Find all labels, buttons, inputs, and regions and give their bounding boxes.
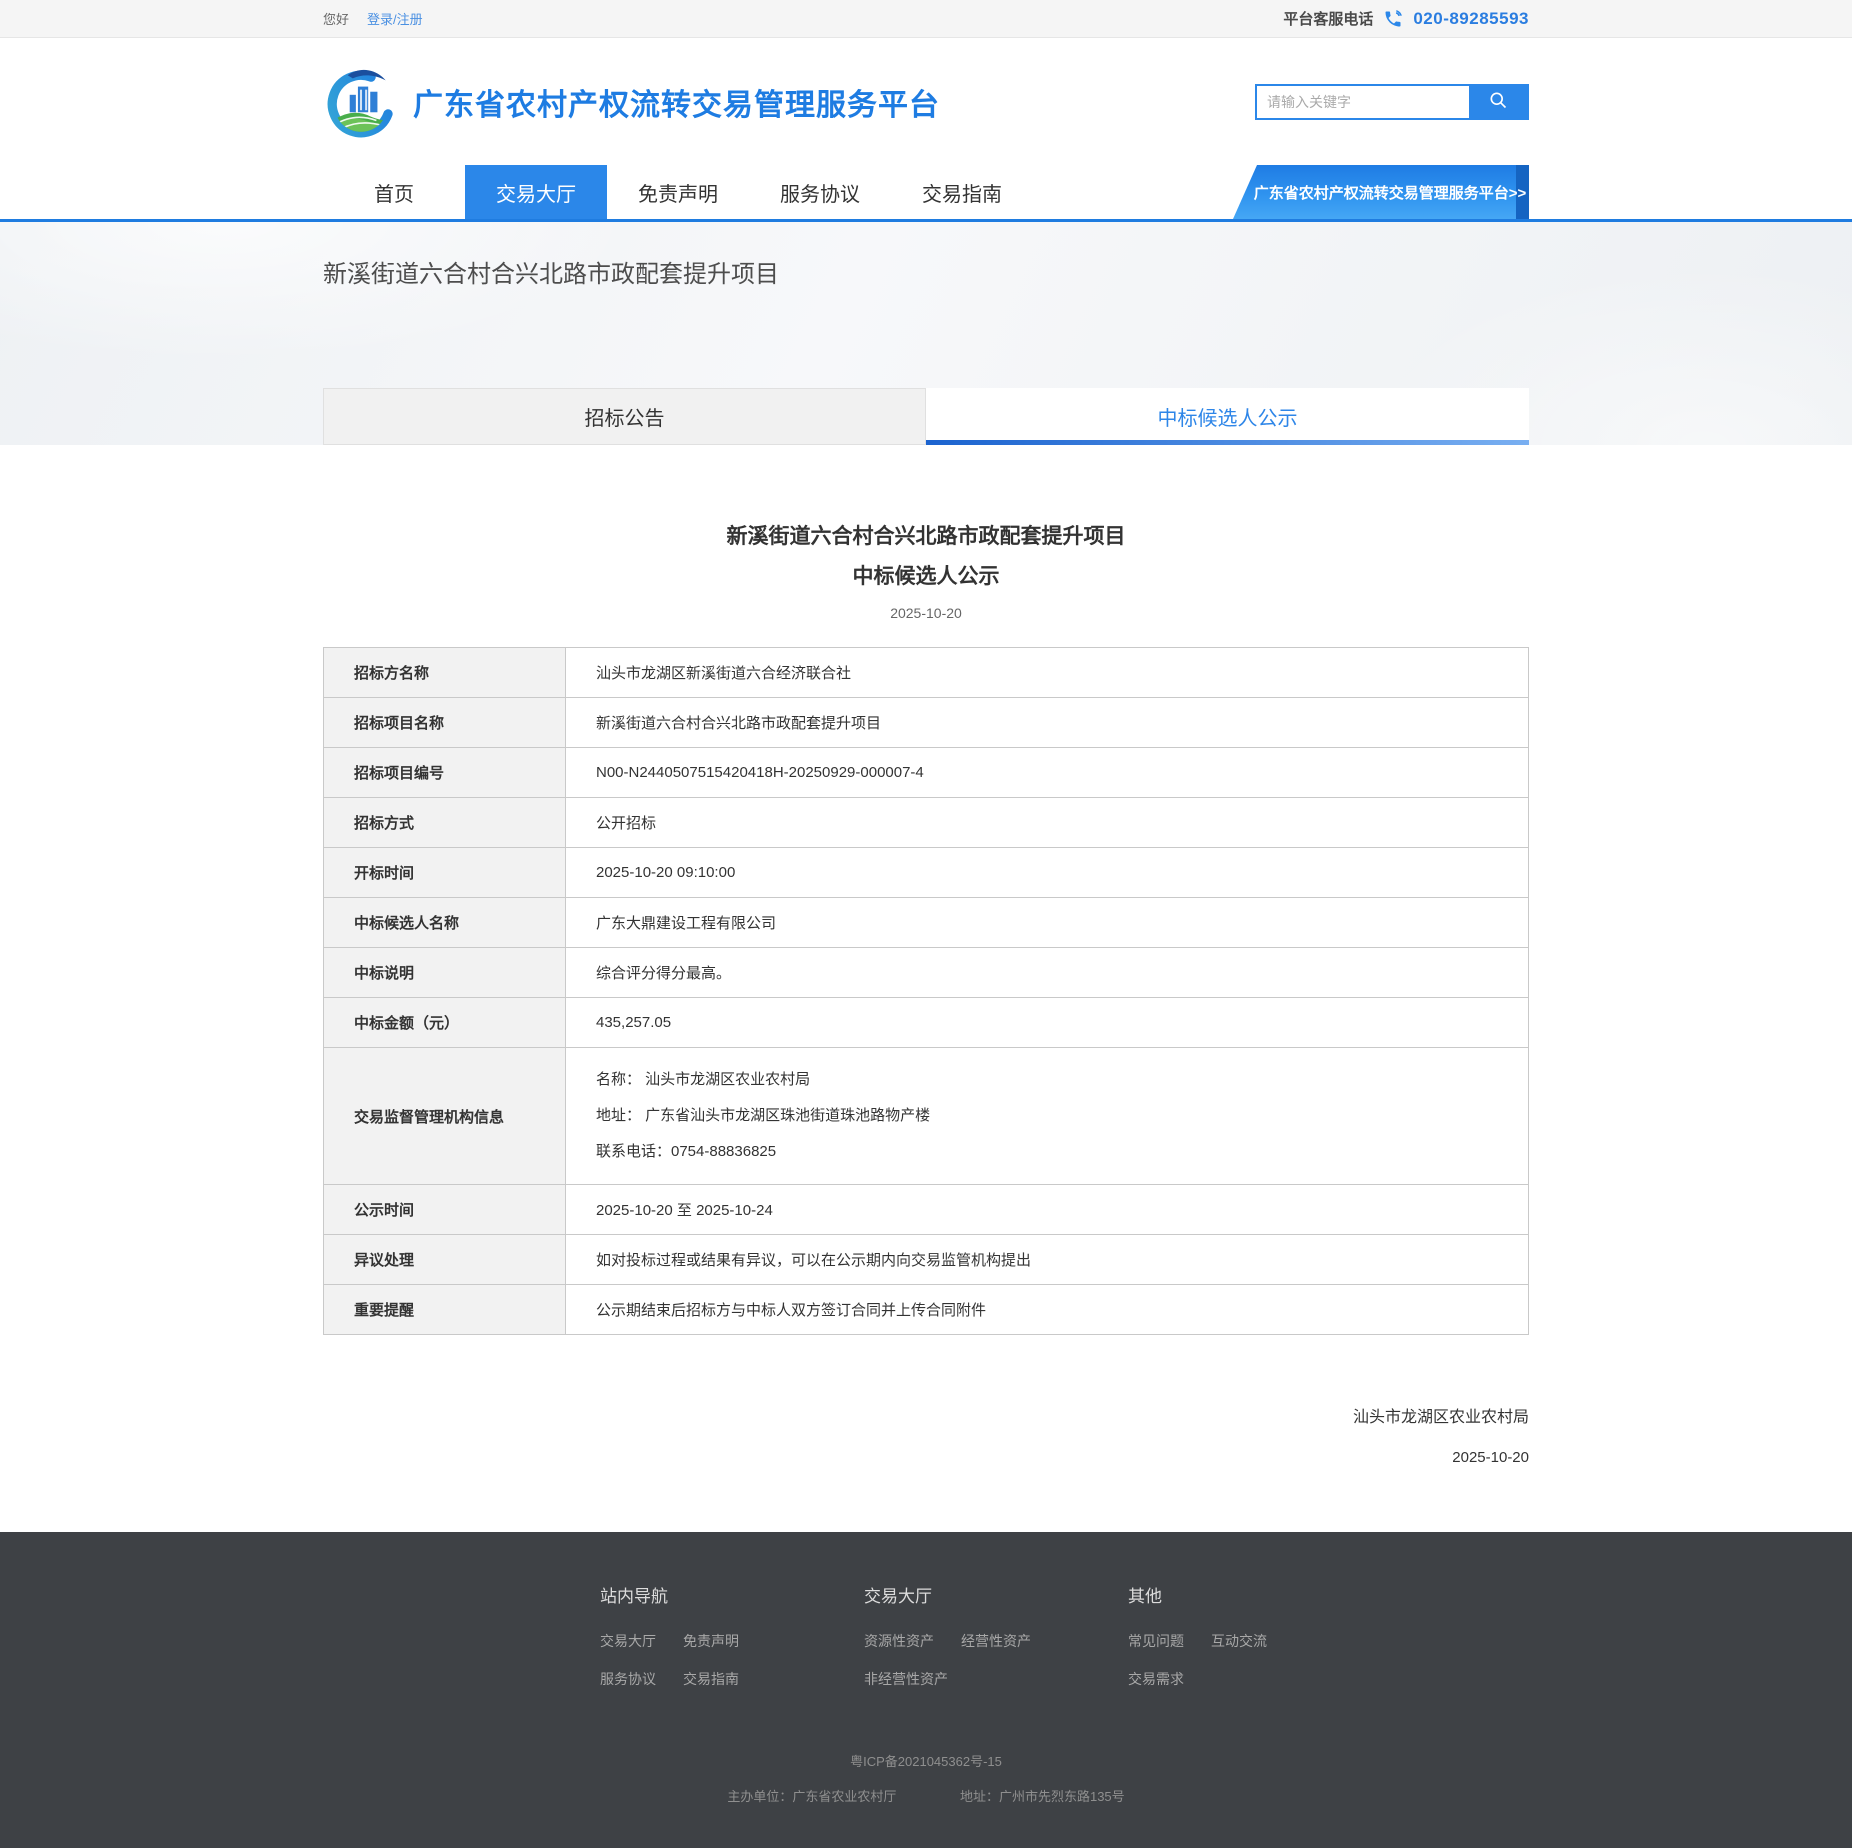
footer-link-row: 非经营性资产 <box>864 1669 1128 1689</box>
hotline-number: 020-89285593 <box>1413 9 1529 29</box>
footer-column-title: 交易大厅 <box>864 1582 1128 1607</box>
row-label: 招标方名称 <box>324 648 566 698</box>
row-label: 开标时间 <box>324 848 566 898</box>
row-label: 中标说明 <box>324 948 566 998</box>
row-value-line: 联系电话：0754-88836825 <box>596 1134 1518 1170</box>
row-label: 招标项目名称 <box>324 698 566 748</box>
row-label: 交易监督管理机构信息 <box>324 1048 566 1185</box>
icp-record-number: 粤ICP备2021045362号-15 <box>323 1751 1529 1770</box>
nav-item-4[interactable]: 交易指南 <box>891 165 1033 219</box>
table-row: 中标说明综合评分得分最高。 <box>324 948 1529 998</box>
footer-link[interactable]: 交易需求 <box>1128 1669 1184 1689</box>
footer-link[interactable]: 经营性资产 <box>961 1631 1031 1651</box>
row-value: 如对投标过程或结果有异议，可以在公示期内向交易监管机构提出 <box>566 1235 1529 1285</box>
footer-link[interactable]: 常见问题 <box>1128 1631 1184 1651</box>
footer-link[interactable]: 非经营性资产 <box>864 1669 948 1689</box>
row-value: 435,257.05 <box>566 998 1529 1048</box>
footer-organizer: 主办单位：广东省农业农村厅 <box>727 1789 896 1804</box>
announcement-title-line1: 新溪街道六合村合兴北路市政配套提升项目 <box>323 517 1529 557</box>
nav-ribbon-banner[interactable]: 广东省农村产权流转交易管理服务平台>> <box>1233 165 1529 219</box>
hotline-label: 平台客服电话 <box>1283 8 1373 29</box>
site-title: 广东省农村产权流转交易管理服务平台 <box>413 80 940 124</box>
footer-link[interactable]: 服务协议 <box>600 1669 656 1689</box>
nav-item-3[interactable]: 服务协议 <box>749 165 891 219</box>
tab-1[interactable]: 中标候选人公示 <box>926 388 1529 445</box>
topbar: 您好 登录/注册 平台客服电话 020-89285593 <box>0 0 1852 38</box>
nav-item-0[interactable]: 首页 <box>323 165 465 219</box>
announcement-date: 2025-10-20 <box>323 605 1529 621</box>
phone-icon <box>1383 9 1403 29</box>
greeting-text: 您好 <box>323 9 349 28</box>
row-value: 综合评分得分最高。 <box>566 948 1529 998</box>
table-row: 重要提醒公示期结束后招标方与中标人双方签订合同并上传合同附件 <box>324 1285 1529 1335</box>
announcement-info-table: 招标方名称汕头市龙湖区新溪街道六合经济联合社招标项目名称新溪街道六合村合兴北路市… <box>323 647 1529 1335</box>
table-row: 交易监督管理机构信息名称： 汕头市龙湖区农业农村局地址： 广东省汕头市龙湖区珠池… <box>324 1048 1529 1185</box>
brand[interactable]: 广东省农村产权流转交易管理服务平台 <box>323 64 940 140</box>
footer-column-0: 站内导航交易大厅 免责声明服务协议 交易指南 <box>600 1582 864 1707</box>
row-value: 公开招标 <box>566 798 1529 848</box>
row-value-line: 名称： 汕头市龙湖区农业农村局 <box>596 1062 1518 1098</box>
row-value: 2025-10-20 至 2025-10-24 <box>566 1185 1529 1235</box>
site-header: 广东省农村产权流转交易管理服务平台 <box>0 38 1852 165</box>
table-row: 招标方式公开招标 <box>324 798 1529 848</box>
footer-link-row: 资源性资产 经营性资产 <box>864 1631 1128 1651</box>
row-label: 中标金额（元） <box>324 998 566 1048</box>
ribbon-label: 广东省农村产权流转交易管理服务平台>> <box>1233 165 1529 219</box>
table-row: 开标时间2025-10-20 09:10:00 <box>324 848 1529 898</box>
row-label: 异议处理 <box>324 1235 566 1285</box>
footer-link-row: 交易大厅 免责声明 <box>600 1631 864 1651</box>
table-row: 异议处理如对投标过程或结果有异议，可以在公示期内向交易监管机构提出 <box>324 1235 1529 1285</box>
row-value: 新溪街道六合村合兴北路市政配套提升项目 <box>566 698 1529 748</box>
tab-0[interactable]: 招标公告 <box>323 388 926 445</box>
row-value: 广东大鼎建设工程有限公司 <box>566 898 1529 948</box>
page-title: 新溪街道六合村合兴北路市政配套提升项目 <box>323 222 1529 289</box>
table-row: 招标项目编号N00-N2440507515420418H-20250929-00… <box>324 748 1529 798</box>
footer-link[interactable]: 交易指南 <box>683 1669 739 1689</box>
row-value: N00-N2440507515420418H-20250929-000007-4 <box>566 748 1529 798</box>
nav-item-1[interactable]: 交易大厅 <box>465 165 607 219</box>
footer-link[interactable]: 交易大厅 <box>600 1631 656 1651</box>
row-value: 汕头市龙湖区新溪街道六合经济联合社 <box>566 648 1529 698</box>
row-label: 中标候选人名称 <box>324 898 566 948</box>
table-row: 公示时间2025-10-20 至 2025-10-24 <box>324 1185 1529 1235</box>
search-box <box>1255 84 1529 120</box>
footer-column-title: 其他 <box>1128 1582 1294 1607</box>
platform-logo-icon <box>323 64 399 140</box>
row-value-line: 地址： 广东省汕头市龙湖区珠池街道珠池路物产楼 <box>596 1098 1518 1134</box>
announcement-content: 新溪街道六合村合兴北路市政配套提升项目 中标候选人公示 2025-10-20 招… <box>0 445 1852 1532</box>
signature-organization: 汕头市龙湖区农业农村局 <box>323 1403 1529 1427</box>
footer-link-row: 常见问题 互动交流 <box>1128 1631 1294 1651</box>
footer-link[interactable]: 资源性资产 <box>864 1631 934 1651</box>
row-label: 招标方式 <box>324 798 566 848</box>
table-row: 招标项目名称新溪街道六合村合兴北路市政配套提升项目 <box>324 698 1529 748</box>
row-value: 名称： 汕头市龙湖区农业农村局地址： 广东省汕头市龙湖区珠池街道珠池路物产楼联系… <box>566 1048 1529 1185</box>
row-value: 2025-10-20 09:10:00 <box>566 848 1529 898</box>
signature-date: 2025-10-20 <box>323 1449 1529 1466</box>
search-button[interactable] <box>1469 86 1527 118</box>
row-label: 公示时间 <box>324 1185 566 1235</box>
nav-item-2[interactable]: 免责声明 <box>607 165 749 219</box>
footer-column-1: 交易大厅资源性资产 经营性资产非经营性资产 <box>864 1582 1128 1707</box>
row-label: 招标项目编号 <box>324 748 566 798</box>
hero-section: 新溪街道六合村合兴北路市政配套提升项目 招标公告中标候选人公示 <box>0 222 1852 445</box>
main-nav: 首页交易大厅免责声明服务协议交易指南 广东省农村产权流转交易管理服务平台>> <box>0 165 1852 219</box>
footer-column-2: 其他常见问题 互动交流交易需求 <box>1128 1582 1294 1707</box>
announcement-title-line2: 中标候选人公示 <box>323 557 1529 597</box>
footer-link-row: 服务协议 交易指南 <box>600 1669 864 1689</box>
footer-address: 地址：广州市先烈东路135号 <box>960 1789 1125 1804</box>
table-row: 中标金额（元）435,257.05 <box>324 998 1529 1048</box>
search-input[interactable] <box>1257 86 1469 118</box>
footer-link[interactable]: 互动交流 <box>1211 1631 1267 1651</box>
login-register-link[interactable]: 登录/注册 <box>367 9 423 28</box>
search-icon <box>1488 90 1508 113</box>
footer-column-title: 站内导航 <box>600 1582 864 1607</box>
table-row: 中标候选人名称广东大鼎建设工程有限公司 <box>324 898 1529 948</box>
row-label: 重要提醒 <box>324 1285 566 1335</box>
footer-link-row: 交易需求 <box>1128 1669 1294 1689</box>
tab-bar: 招标公告中标候选人公示 <box>323 388 1529 445</box>
table-row: 招标方名称汕头市龙湖区新溪街道六合经济联合社 <box>324 648 1529 698</box>
footer-link[interactable]: 免责声明 <box>683 1631 739 1651</box>
site-footer: 站内导航交易大厅免责声明服务协议交易指南交易大厅资源性资产经营性资产非经营性资产… <box>0 1532 1852 1848</box>
row-value: 公示期结束后招标方与中标人双方签订合同并上传合同附件 <box>566 1285 1529 1335</box>
